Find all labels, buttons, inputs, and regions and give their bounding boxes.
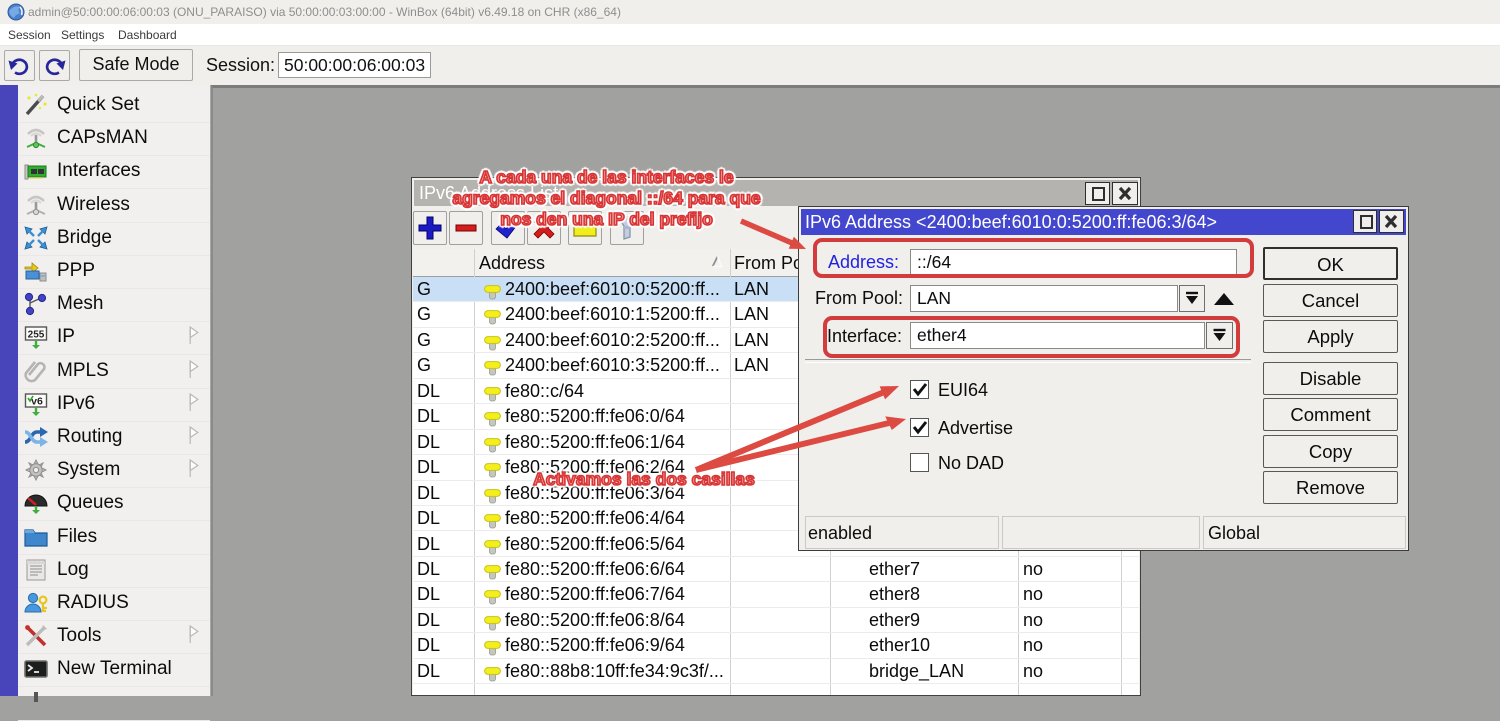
svg-text:255: 255	[28, 330, 45, 341]
